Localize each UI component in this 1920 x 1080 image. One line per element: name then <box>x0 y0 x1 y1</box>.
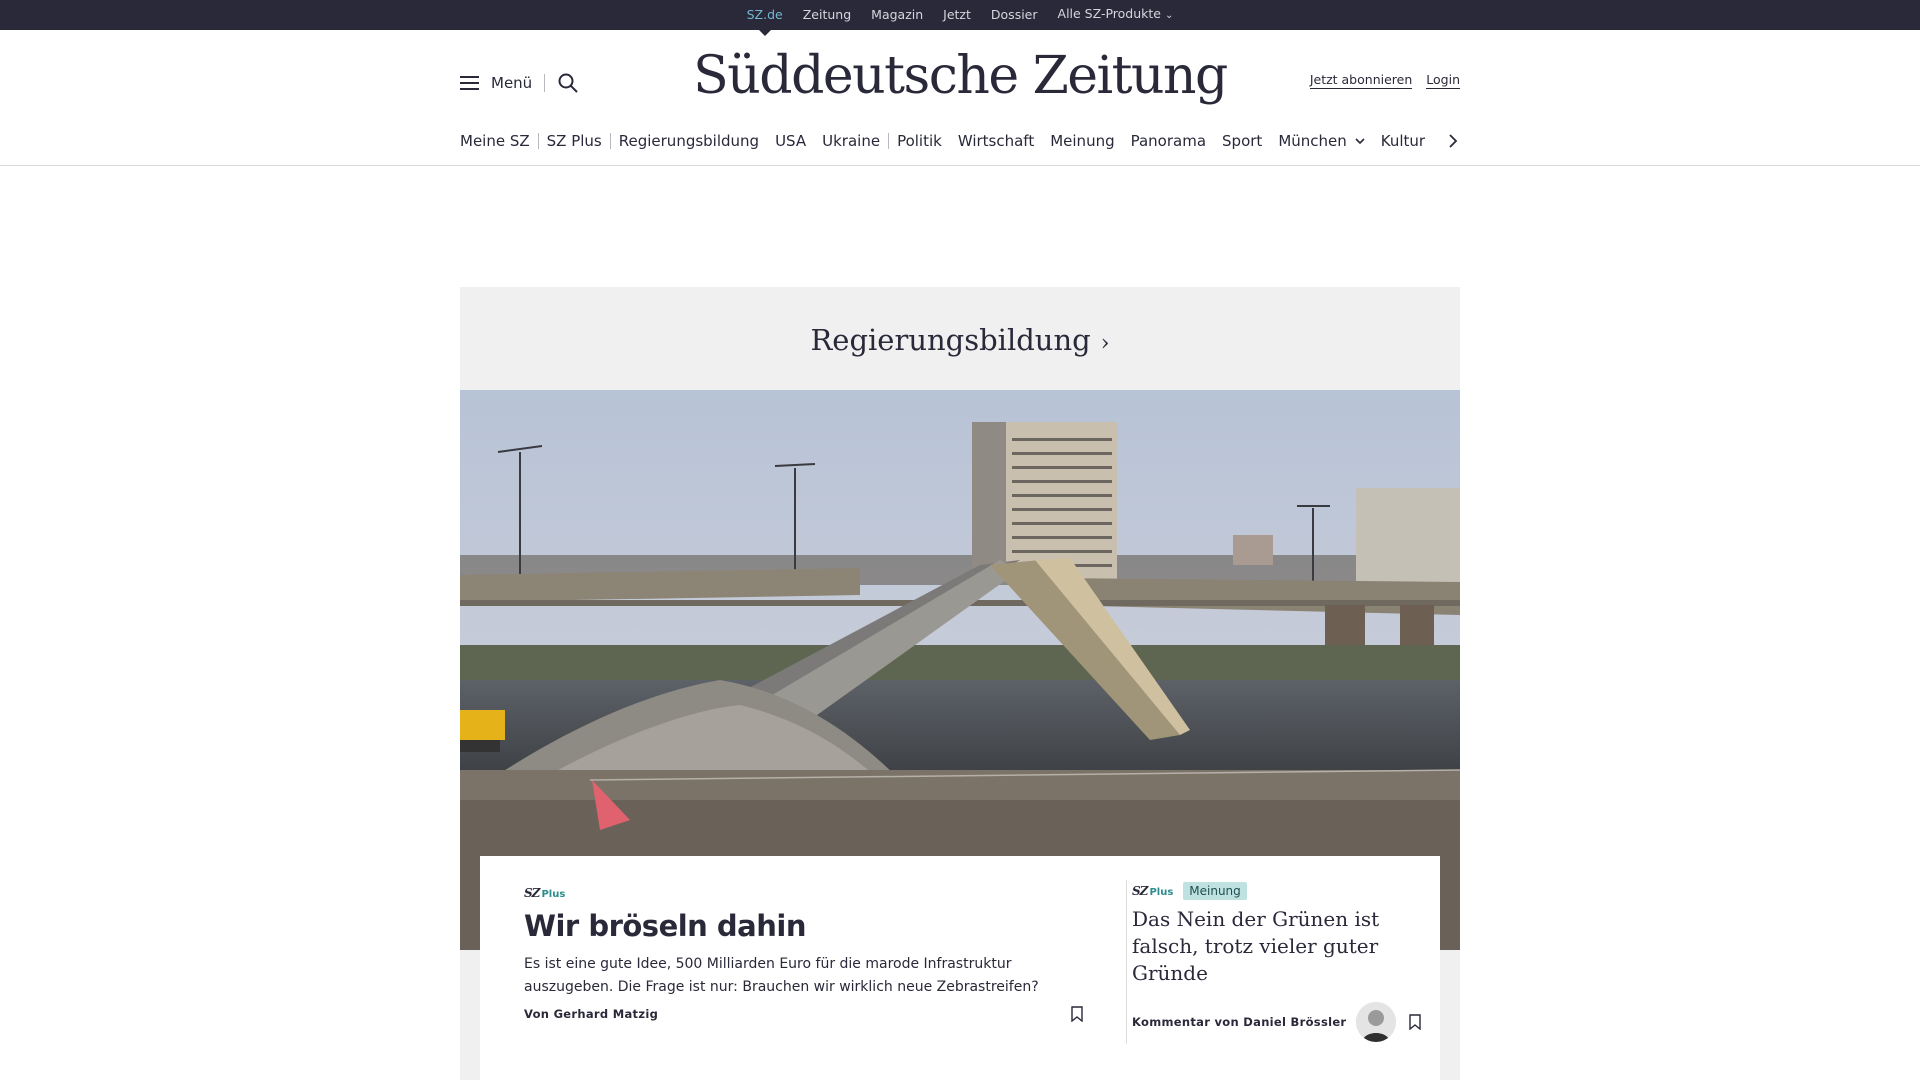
author-portrait <box>1356 1002 1396 1042</box>
nav-item-meinung[interactable]: Meinung <box>1042 132 1122 150</box>
topbar-link-magazin[interactable]: Magazin <box>861 0 933 30</box>
main-teaser-byline: Von Gerhard Matzig <box>524 1007 659 1021</box>
sz-plus-label: SZ Plus <box>524 886 565 900</box>
chevron-right-icon: › <box>1100 331 1110 356</box>
section-title[interactable]: Regierungsbildung › <box>460 323 1460 357</box>
sz-brand: SZ <box>524 886 540 900</box>
topbar-link-szde[interactable]: SZ.de <box>737 0 793 30</box>
side-teaser[interactable]: SZ Plus Meinung Das Nein der Grünen ist f… <box>1132 882 1422 987</box>
plus-brand: Plus <box>1149 887 1174 898</box>
topbar-link-zeitung[interactable]: Zeitung <box>793 0 861 30</box>
nav-divider-line <box>0 165 1920 166</box>
site-logo[interactable]: Süddeutsche Zeitung <box>0 46 1920 106</box>
nav-item-panorama[interactable]: Panorama <box>1123 132 1214 150</box>
sz-plus-label: SZ Plus <box>1132 884 1173 898</box>
main-teaser-headline[interactable]: Wir bröseln dahin <box>524 909 1084 943</box>
author-avatar <box>1356 1002 1396 1042</box>
nav-item-wirtschaft[interactable]: Wirtschaft <box>950 132 1042 150</box>
sz-brand: SZ <box>1132 884 1148 898</box>
chevron-down-icon <box>1355 138 1365 145</box>
account-links: Jetzt abonnieren Login <box>1309 72 1460 89</box>
side-teaser-byline-row: Kommentar von Daniel Brössler <box>1132 1002 1422 1042</box>
nav-item-regierungsbildung[interactable]: Regierungsbildung <box>611 132 767 150</box>
side-teaser-byline: Kommentar von Daniel Brössler <box>1132 1015 1347 1029</box>
site-header: Menü Süddeutsche Zeitung Jetzt abonniere… <box>0 30 1920 138</box>
topbar-link-dossier[interactable]: Dossier <box>981 0 1048 30</box>
side-teaser-labels: SZ Plus Meinung <box>1132 882 1422 900</box>
main-teaser-text: Es ist eine gute Idee, 500 Milliarden Eu… <box>524 956 1039 995</box>
opinion-badge: Meinung <box>1183 882 1247 900</box>
nav-item-sport[interactable]: Sport <box>1214 132 1270 150</box>
main-teaser[interactable]: SZ Plus Wir bröseln dahin Es ist eine gut… <box>524 882 1084 999</box>
bookmark-icon[interactable] <box>1408 1014 1422 1030</box>
chevron-down-icon: ⌄ <box>1164 10 1174 21</box>
nav-item-kultur[interactable]: Kultur <box>1373 132 1433 150</box>
main-nav: Meine SZ SZ Plus Regierungsbildung USA U… <box>460 126 1460 156</box>
chevron-right-icon[interactable] <box>1446 134 1460 148</box>
nav-item-ukraine[interactable]: Ukraine <box>814 132 888 150</box>
section-title-label: Regierungsbildung <box>810 323 1091 357</box>
nav-item-politik[interactable]: Politik <box>889 132 950 150</box>
teaser-card: SZ Plus Wir bröseln dahin Es ist eine gut… <box>480 856 1440 1080</box>
login-link[interactable]: Login <box>1426 72 1460 89</box>
side-teaser-actions <box>1356 1002 1422 1042</box>
nav-item-sz-plus[interactable]: SZ Plus <box>539 132 610 150</box>
plus-brand: Plus <box>541 889 566 900</box>
nav-item-usa[interactable]: USA <box>767 132 814 150</box>
nav-item-meine-sz[interactable]: Meine SZ <box>460 132 538 150</box>
bookmark-icon[interactable] <box>1070 1006 1084 1022</box>
main-teaser-byline-row: Von Gerhard Matzig <box>524 1006 1084 1022</box>
nav-item-muenchen-label: München <box>1278 132 1347 150</box>
topbar-link-jetzt[interactable]: Jetzt <box>933 0 981 30</box>
side-teaser-headline[interactable]: Das Nein der Grünen ist falsch, trotz vi… <box>1132 906 1422 987</box>
subscribe-link[interactable]: Jetzt abonnieren <box>1309 72 1413 89</box>
topbar-all-products-label: Alle SZ-Produkte <box>1057 6 1161 21</box>
nav-item-muenchen[interactable]: München <box>1270 132 1372 150</box>
topbar-all-products-dropdown[interactable]: Alle SZ-Produkte ⌄ <box>1048 0 1184 31</box>
teaser-divider <box>1126 880 1127 1044</box>
top-bar: SZ.de Zeitung Magazin Jetzt Dossier Alle… <box>0 0 1920 30</box>
